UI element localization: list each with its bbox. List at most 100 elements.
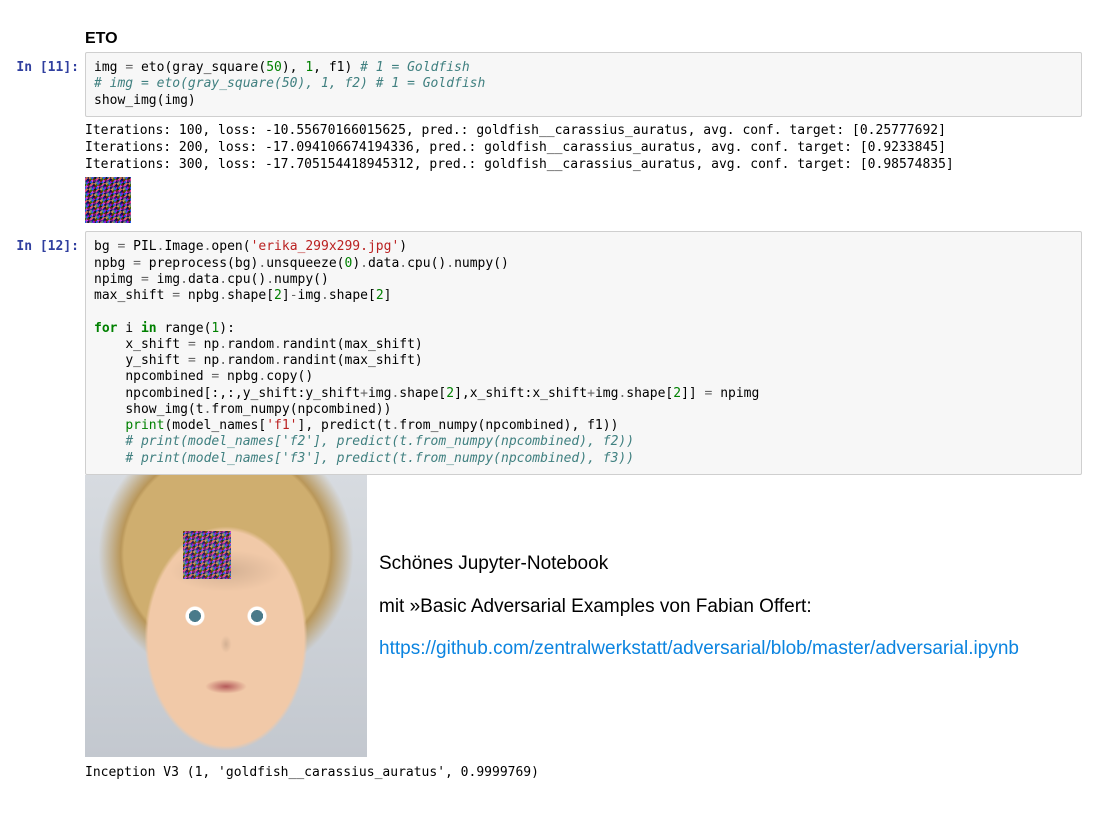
output-line: Iterations: 300, loss: -17.7051544189453… [85,157,954,172]
section-heading: ETO [85,30,1102,48]
t: data [188,272,219,287]
t: + [587,386,595,401]
input-prompt-12: In [12]: [0,231,85,475]
t: img [298,288,321,303]
t: copy() [266,369,313,384]
code-comment: # print(model_names['f2'], predict(t.fro… [125,434,634,449]
indent [94,386,125,401]
kw-for: for [94,321,117,336]
builtin-print: print [125,418,164,433]
t: = [188,353,196,368]
code-op: = [125,60,133,75]
output-cell-12: Schönes Jupyter-Notebook mit »Basic Adve… [85,475,1102,757]
n: 2 [446,386,454,401]
indent [94,402,125,417]
github-link[interactable]: https://github.com/zentralwerkstatt/adve… [379,638,1019,659]
t: . [399,256,407,271]
t: = [141,272,149,287]
t: open( [211,239,250,254]
code-comment: # 1 = Goldfish [360,60,470,75]
t: . [266,272,274,287]
code-input-11[interactable]: img = eto(gray_square(50), 1, f1) # 1 = … [85,52,1082,117]
t: . [219,288,227,303]
t: . [180,272,188,287]
code-string: 'erika_299x299.jpg' [251,239,400,254]
t: randint(max_shift) [282,353,423,368]
t: - [290,288,298,303]
t: . [360,256,368,271]
t: npcombined [125,369,211,384]
t: npcombined[:,:,y_shift:y_shift [125,386,360,401]
indent [94,434,125,449]
t: ],x_shift:x_shift [454,386,587,401]
t: y_shift [125,353,188,368]
kw-in: in [141,321,157,336]
t: . [274,353,282,368]
code-comment: # img = eto(gray_square(50), 1, f2) # 1 … [94,76,485,91]
t: np [196,337,219,352]
code-comment: # print(model_names['f3'], predict(t.fro… [125,451,634,466]
annotation-line1: Schönes Jupyter-Notebook [379,551,1019,578]
t: = [188,337,196,352]
indent [94,353,125,368]
t: from_numpy(npcombined), f1)) [399,418,618,433]
t: = [133,256,141,271]
code-string: 'f1' [266,418,297,433]
indent [94,369,125,384]
indent [94,337,125,352]
output-prompt-empty [0,117,85,174]
t: img [149,272,180,287]
code-text: , f1) [313,60,360,75]
code-input-12[interactable]: bg = PIL. Image. open('erika_299x299.jpg')… [85,231,1082,475]
t: ) [399,239,407,254]
t: npbg [219,369,258,384]
t: shape[ [227,288,274,303]
t: . [219,272,227,287]
t: npbg [94,256,133,271]
output-line: Iterations: 100, loss: -10.5567016601562… [85,123,946,138]
t: . [321,288,329,303]
t: cpu() [407,256,446,271]
t: cpu() [227,272,266,287]
t: . [446,256,454,271]
t: (model_names[ [164,418,266,433]
t: numpy() [454,256,509,271]
t: x_shift [125,337,188,352]
indent [94,418,125,433]
t: . [219,337,227,352]
indent [94,451,125,466]
stdout-12: Inception V3 (1, 'goldfish__carassius_au… [85,765,1102,780]
t: + [360,386,368,401]
t: ] [384,288,392,303]
t: random [227,353,274,368]
t: img [595,386,618,401]
t: unsqueeze( [266,256,344,271]
t: show_img(t [125,402,203,417]
annotation-line2: mit »Basic Adversarial Examples von Fabi… [379,594,1019,621]
t: ): [219,321,235,336]
code-text: img [94,60,125,75]
t: bg [94,239,117,254]
t: range( [157,321,212,336]
t: . [219,353,227,368]
t: npbg [180,288,219,303]
t: Image [164,239,203,254]
output-cell-11: Iterations: 100, loss: -10.5567016601562… [0,117,1102,174]
t: npimg [94,272,141,287]
code-cell-12: In [12]: bg = PIL. Image. open('erika_299x… [0,231,1102,475]
t: from_numpy(npcombined)) [211,402,391,417]
t: . [274,337,282,352]
t: PIL [125,239,156,254]
t: ], predict(t [298,418,392,433]
t: ]] [681,386,704,401]
output-image-noise-small [85,177,131,223]
input-prompt-11: In [11]: [0,52,85,117]
code-number: 1 [305,60,313,75]
code-text: ), [282,60,305,75]
t: np [196,353,219,368]
n: 2 [376,288,384,303]
t: max_shift [94,288,172,303]
t: shape[ [399,386,446,401]
t: randint(max_shift) [282,337,423,352]
t: = [172,288,180,303]
